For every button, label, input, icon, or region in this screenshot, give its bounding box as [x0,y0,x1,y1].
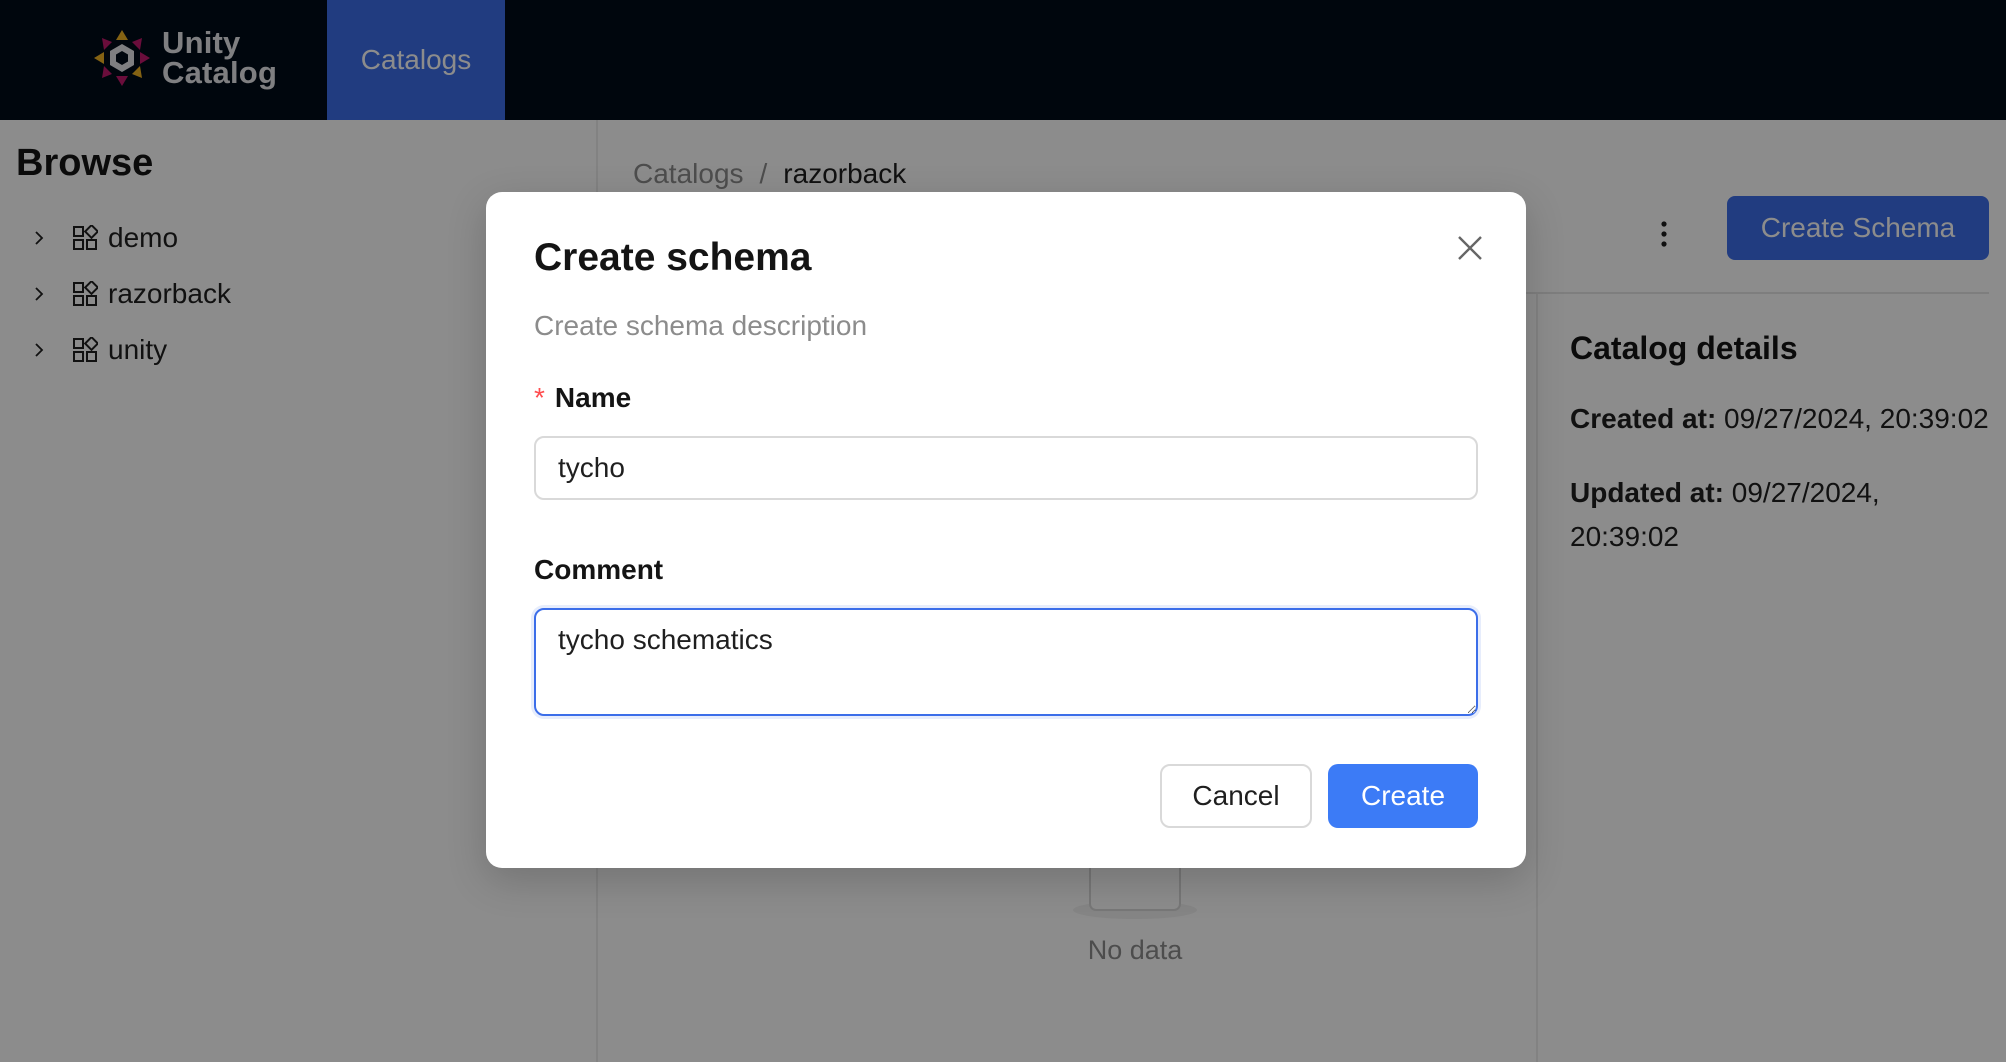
comment-label: Comment [534,554,664,585]
name-field[interactable] [534,436,1478,500]
required-mark: * [534,382,545,413]
close-icon [1458,236,1482,260]
create-schema-dialog: Create schema Create schema description … [486,192,1526,868]
close-button[interactable] [1452,230,1488,266]
create-button[interactable]: Create [1328,764,1478,828]
dialog-description: Create schema description [534,310,868,341]
dialog-title: Create schema [534,236,812,279]
cancel-button[interactable]: Cancel [1160,764,1312,828]
name-label-text: Name [554,382,632,413]
comment-field[interactable]: tycho schematics [534,608,1478,716]
name-label: * Name [534,382,631,414]
